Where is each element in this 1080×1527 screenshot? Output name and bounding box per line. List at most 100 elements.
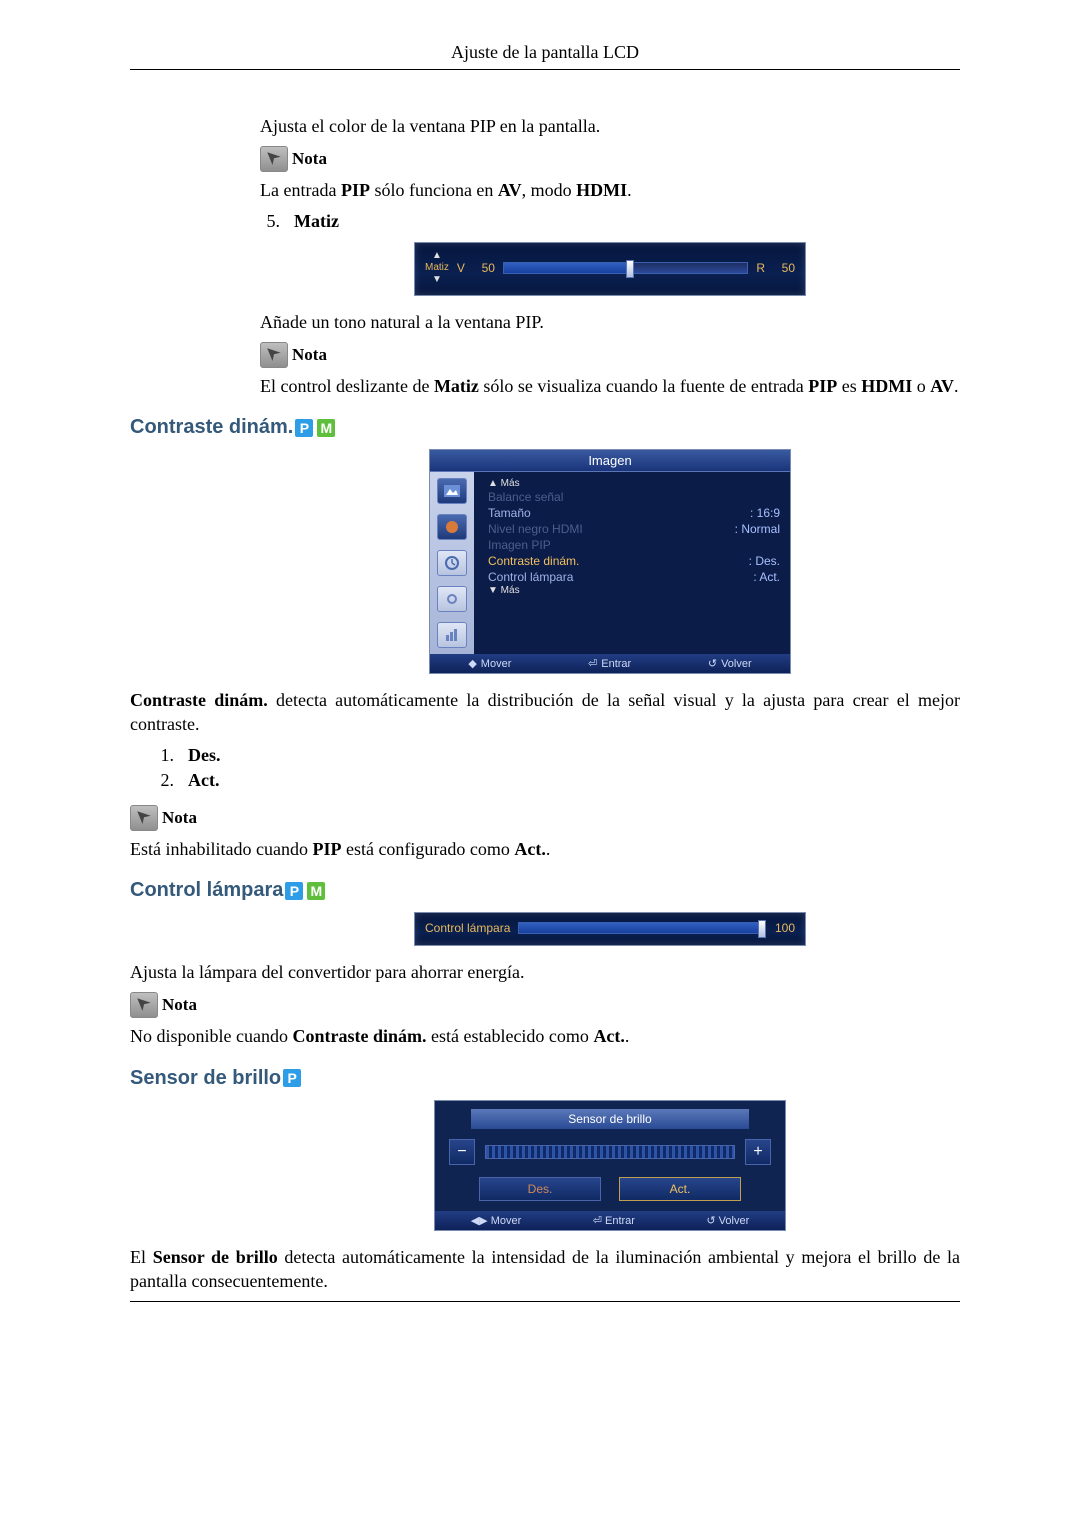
text: Des. [755,554,780,568]
text: , modo [522,180,577,200]
footer-enter: ⏎ Entrar [588,657,631,670]
text: Act. [593,1026,624,1046]
footer-back: ↺ Volver [708,657,752,670]
note-icon [260,146,288,172]
sensor-panel-title: Sensor de brillo [471,1109,749,1129]
sensor-on-button[interactable]: Act. [619,1177,741,1201]
list-number: 5. [262,211,280,232]
lampara-slider-track[interactable] [518,922,765,934]
text: Contraste dinám. [292,1026,426,1046]
lampara-slider-osd: Control lámpara 100 [414,912,806,946]
text: 16:9 [757,506,780,520]
osd-item-tamano[interactable]: Tamaño: 16:9 [488,505,780,521]
osd-footer: ◆ Mover ⏎ Entrar ↺ Volver [430,654,790,673]
slider-left-value: 50 [473,261,495,275]
list-number: 1. [156,745,174,766]
slider-left-letter: V [457,261,465,275]
text: Entrar [601,658,631,670]
text: PIP [312,839,341,859]
text: Control lámpara [488,570,573,584]
osd-down-more[interactable]: ▼ Más [488,585,780,596]
badge-m-icon: M [307,882,325,900]
badge-p-icon: P [283,1069,301,1087]
section-title: Contraste dinám. [130,416,293,439]
text: Tamaño [488,506,531,520]
footer-back: ↺ Volver [706,1214,749,1227]
matiz-slider-osd: ▲Matiz▼ V 50 R 50 [414,242,806,296]
pip-note-text: La entrada PIP sólo funciona en AV, modo… [260,178,960,202]
text: . [546,839,551,859]
text: . [627,180,632,200]
plus-button[interactable]: + [745,1139,771,1165]
note-label: Nota [162,808,197,828]
sensor-level-bar[interactable] [485,1145,735,1159]
contraste-desc: Contraste dinám. detecta automáticamente… [130,688,960,737]
section-title: Sensor de brillo [130,1067,281,1090]
footer-enter: ⏎ Entrar [593,1214,635,1227]
text: Volver [721,658,752,670]
text: AV [930,376,954,396]
slider-value: 100 [773,921,795,935]
lampara-note-text: No disponible cuando Contraste dinám. es… [130,1024,960,1048]
osd-menu-title: Imagen [430,450,790,472]
osd-sidebar [430,472,474,654]
sidebar-speaker-icon[interactable] [437,514,467,540]
sidebar-clock-icon[interactable] [437,550,467,576]
text: PIP [808,376,837,396]
slider-label: Matiz [425,263,449,273]
osd-item-contraste-dinam[interactable]: Contraste dinám.: Des. [488,553,780,569]
osd-item-balance[interactable]: Balance señal [488,489,780,505]
section-control-lampara: Control lámpara P M [130,879,960,902]
text: AV [498,180,522,200]
text: sólo se visualiza cuando la fuente de en… [479,376,808,396]
osd-up-more[interactable]: ▲ Más [488,478,780,489]
osd-item-control-lampara[interactable]: Control lámpara: Act. [488,569,780,585]
text: Mover [491,1215,522,1227]
lampara-desc: Ajusta la lámpara del convertidor para a… [130,960,960,984]
sensor-footer: ◀▶ Mover ⏎ Entrar ↺ Volver [435,1211,785,1230]
text: Contraste dinám. [488,554,579,568]
text: Imagen PIP [488,538,551,552]
badge-p-icon: P [285,882,303,900]
text: . [625,1026,630,1046]
text: El [130,1247,153,1267]
slider-fill [504,263,626,273]
minus-button[interactable]: − [449,1139,475,1165]
matiz-heading: Matiz [294,211,339,232]
text: Sensor de brillo [153,1247,278,1267]
note-label: Nota [162,995,197,1015]
sensor-desc: El Sensor de brillo detecta automáticame… [130,1245,960,1294]
text: Act. [759,570,780,584]
osd-item-imagen-pip[interactable]: Imagen PIP [488,537,780,553]
sidebar-chart-icon[interactable] [437,622,467,648]
up-down-arrows-icon: ▲Matiz▼ [425,251,449,285]
text: Volver [719,1215,750,1227]
contraste-note-text: Está inhabilitado cuando PIP está config… [130,837,960,861]
matiz-slider-track[interactable] [503,262,748,274]
slider-label: Control lámpara [425,921,510,935]
text: Entrar [605,1215,635,1227]
text: Act. [514,839,545,859]
text: sólo funciona en [370,180,498,200]
text: Está inhabilitado cuando [130,839,312,859]
text: o [912,376,930,396]
slider-thumb[interactable] [626,260,634,278]
osd-list: ▲ Más Balance señal Tamaño: 16:9 Nivel n… [474,472,790,654]
note-icon [130,992,158,1018]
text: Mover [481,658,512,670]
section-sensor-brillo: Sensor de brillo P [130,1067,960,1090]
sensor-off-button[interactable]: Des. [479,1177,601,1201]
matiz-desc: Añade un tono natural a la ventana PIP. [260,310,960,334]
text: está establecido como [426,1026,593,1046]
osd-item-nivel-negro[interactable]: Nivel negro HDMI: Normal [488,521,780,537]
section-title: Control lámpara [130,879,283,902]
page-header-title: Ajuste de la pantalla LCD [130,42,960,63]
sidebar-picture-icon[interactable] [437,478,467,504]
text: HDMI [861,376,912,396]
text: Balance señal [488,490,563,504]
list-number: 2. [156,770,174,791]
sidebar-gear-icon[interactable] [437,586,467,612]
footer-rule [130,1301,960,1302]
text: Contraste dinám. [130,690,268,710]
slider-thumb[interactable] [758,920,766,938]
